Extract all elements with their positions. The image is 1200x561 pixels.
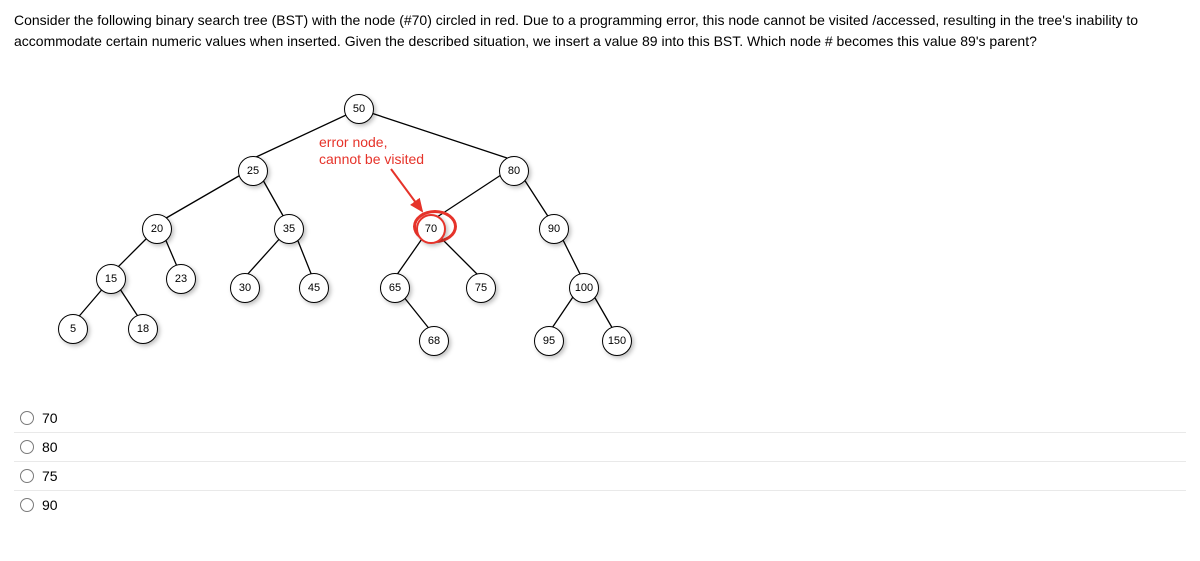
radio-icon[interactable] [20, 411, 34, 425]
radio-icon[interactable] [20, 469, 34, 483]
node-68: 68 [419, 326, 449, 356]
node-5-label: 5 [70, 323, 76, 335]
node-15: 15 [96, 264, 126, 294]
node-45: 45 [299, 273, 329, 303]
answer-options: 70 80 75 90 [14, 406, 1186, 517]
node-100: 100 [569, 273, 599, 303]
node-35-label: 35 [283, 223, 295, 235]
annotation-line-1: error node, [319, 134, 424, 151]
divider [14, 432, 1186, 433]
option-70-label: 70 [42, 410, 58, 426]
node-30-label: 30 [239, 282, 251, 294]
radio-icon[interactable] [20, 498, 34, 512]
node-150-label: 150 [608, 335, 626, 347]
node-50-label: 50 [353, 103, 365, 115]
question-content: Consider the following binary search tre… [14, 12, 1138, 49]
node-50: 50 [344, 94, 374, 124]
node-70-error: 70 [416, 214, 446, 244]
annotation-line-2: cannot be visited [319, 151, 424, 168]
option-75[interactable]: 75 [14, 464, 1186, 488]
node-90-label: 90 [548, 223, 560, 235]
option-80-label: 80 [42, 439, 58, 455]
error-annotation: error node, cannot be visited [319, 134, 424, 168]
question-text: Consider the following binary search tre… [14, 10, 1186, 52]
option-90[interactable]: 90 [14, 493, 1186, 517]
node-45-label: 45 [308, 282, 320, 294]
node-75-label: 75 [475, 282, 487, 294]
node-18-label: 18 [137, 323, 149, 335]
node-90: 90 [539, 214, 569, 244]
node-95-label: 95 [543, 335, 555, 347]
node-65-label: 65 [389, 282, 401, 294]
node-20-label: 20 [151, 223, 163, 235]
node-68-label: 68 [428, 335, 440, 347]
node-70-label: 70 [425, 223, 437, 235]
option-75-label: 75 [42, 468, 58, 484]
node-23-label: 23 [175, 273, 187, 285]
divider [14, 461, 1186, 462]
node-150: 150 [602, 326, 632, 356]
node-95: 95 [534, 326, 564, 356]
node-80-label: 80 [508, 165, 520, 177]
node-20: 20 [142, 214, 172, 244]
node-80: 80 [499, 156, 529, 186]
option-70[interactable]: 70 [14, 406, 1186, 430]
node-100-label: 100 [575, 282, 593, 294]
node-75: 75 [466, 273, 496, 303]
node-25-label: 25 [247, 165, 259, 177]
node-23: 23 [166, 264, 196, 294]
node-15-label: 15 [105, 273, 117, 285]
node-5: 5 [58, 314, 88, 344]
node-30: 30 [230, 273, 260, 303]
bst-diagram: error node, cannot be visited 50 25 80 2… [34, 76, 684, 376]
divider [14, 490, 1186, 491]
radio-icon[interactable] [20, 440, 34, 454]
node-18: 18 [128, 314, 158, 344]
option-90-label: 90 [42, 497, 58, 513]
node-65: 65 [380, 273, 410, 303]
node-35: 35 [274, 214, 304, 244]
node-25: 25 [238, 156, 268, 186]
option-80[interactable]: 80 [14, 435, 1186, 459]
